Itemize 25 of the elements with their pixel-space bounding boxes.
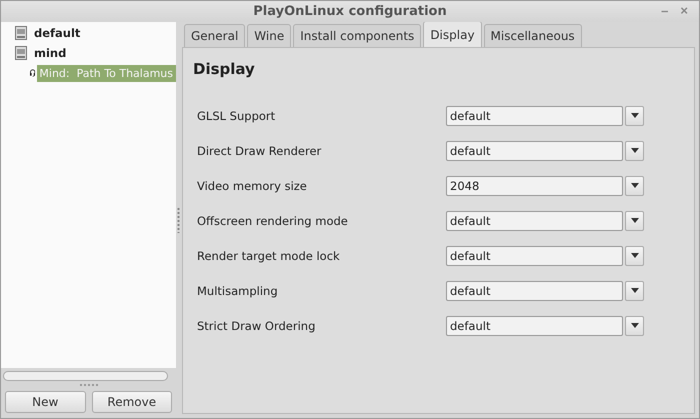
tab[interactable]: Miscellaneous	[484, 24, 582, 47]
dropdown-field[interactable]: 2048	[446, 176, 623, 196]
tree-item[interactable]: mind	[32, 44, 68, 62]
dropdown-field[interactable]: default	[446, 210, 623, 230]
setting-label: Multisampling	[197, 284, 279, 298]
dropdown-field[interactable]: default	[446, 280, 623, 300]
setting-label: Render target mode lock	[197, 248, 341, 262]
setting-label: Offscreen rendering mode	[197, 214, 349, 228]
dropdown-field[interactable]: default	[446, 246, 623, 266]
tab[interactable]: Install components	[293, 24, 422, 47]
setting-label: Video memory size	[197, 178, 308, 192]
tab[interactable]: Wine	[247, 24, 292, 47]
dropdown-field[interactable]: default	[446, 106, 623, 126]
dropdown-field[interactable]: default	[446, 316, 623, 336]
dropdown-field[interactable]: default	[446, 140, 623, 160]
action-button[interactable]: Remove	[92, 391, 172, 413]
setting-label: Direct Draw Renderer	[197, 144, 322, 158]
tree-item[interactable]: default	[32, 24, 82, 42]
section-heading: Display	[193, 60, 256, 78]
tab[interactable]: General	[184, 24, 246, 47]
tab[interactable]: Display	[423, 21, 482, 47]
action-button[interactable]: New	[5, 391, 86, 413]
setting-label: Strict Draw Ordering	[197, 318, 316, 332]
setting-label: GLSL Support	[197, 108, 276, 122]
window-title: PlayOnLinux configuration	[253, 4, 447, 19]
